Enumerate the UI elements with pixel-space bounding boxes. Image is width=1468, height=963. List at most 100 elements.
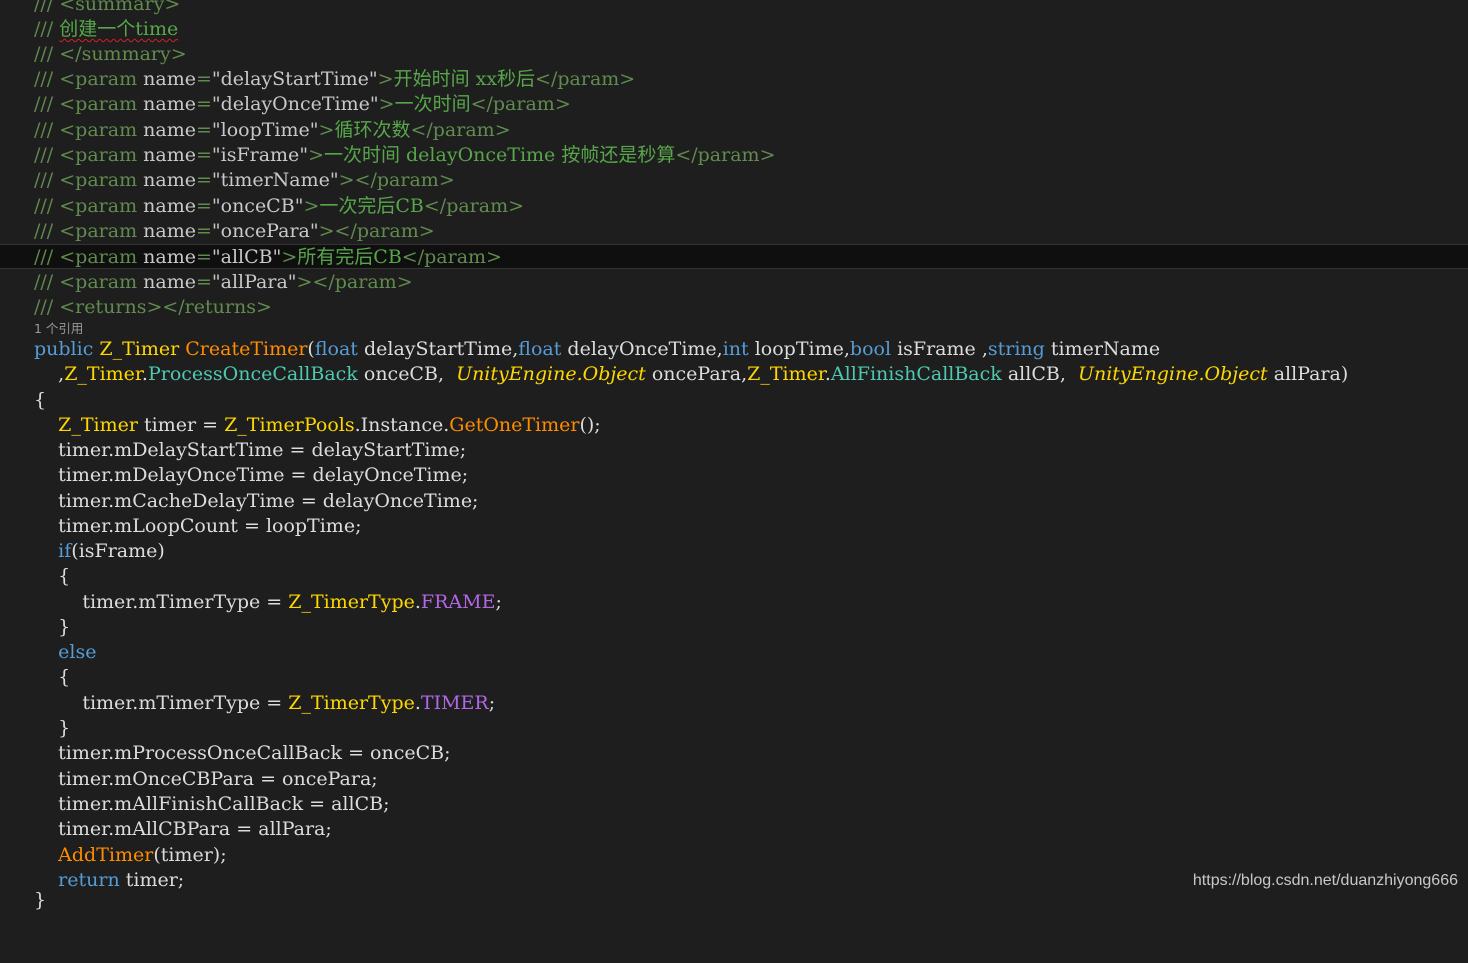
code-line[interactable]: { bbox=[0, 388, 1468, 413]
param-name: onceCB bbox=[220, 195, 295, 217]
type-name: Object bbox=[582, 363, 646, 385]
enum-member: TIMER bbox=[420, 692, 489, 714]
param-identifier: timerName bbox=[1050, 338, 1161, 360]
param-name: oncePara bbox=[220, 220, 310, 242]
code-line[interactable]: ,Z_Timer.ProcessOnceCallBack onceCB, Uni… bbox=[0, 362, 1468, 387]
codelens-references[interactable]: 1 个引用 bbox=[34, 320, 83, 338]
enum-member: FRAME bbox=[420, 591, 496, 613]
code-line[interactable]: AddTimer(timer); bbox=[0, 843, 1468, 868]
type-name: Object bbox=[1204, 363, 1268, 385]
type-name: Z_TimerPools bbox=[224, 414, 355, 436]
method-name: AddTimer bbox=[58, 844, 154, 866]
namespace-name: UnityEngine bbox=[1077, 363, 1199, 385]
code-line[interactable]: { bbox=[0, 564, 1468, 589]
code-line[interactable]: { bbox=[0, 665, 1468, 690]
code-line[interactable]: } bbox=[0, 615, 1468, 640]
code-line[interactable]: timer.mCacheDelayTime = delayOnceTime; bbox=[0, 489, 1468, 514]
statement: (timer); bbox=[153, 844, 227, 866]
statement: timer.mProcessOnceCallBack = onceCB; bbox=[58, 742, 451, 764]
code-line[interactable]: timer.mDelayOnceTime = delayOnceTime; bbox=[0, 463, 1468, 488]
statement: timer.mLoopCount = loopTime; bbox=[58, 515, 362, 537]
param-identifier: oncePara bbox=[651, 363, 742, 385]
param-identifier: allPara bbox=[1273, 363, 1341, 385]
method-name: GetOneTimer bbox=[449, 414, 580, 436]
code-line[interactable]: /// </summary> bbox=[0, 42, 1468, 67]
code-line[interactable]: Z_Timer timer = Z_TimerPools.Instance.Ge… bbox=[0, 413, 1468, 438]
code-line[interactable]: public Z_Timer CreateTimer(float delaySt… bbox=[0, 337, 1468, 362]
code-line[interactable]: /// <param name="oncePara"></param> bbox=[0, 219, 1468, 244]
property: Instance bbox=[360, 414, 444, 436]
keyword: string bbox=[987, 338, 1045, 360]
code-line[interactable]: timer.mDelayStartTime = delayStartTime; bbox=[0, 438, 1468, 463]
keyword: bool bbox=[849, 338, 892, 360]
keyword: else bbox=[58, 641, 97, 663]
current-line-highlight[interactable]: /// <param name="allCB">所有完后CB</param> bbox=[0, 244, 1468, 269]
watermark-url: https://blog.csdn.net/duanzhiyong666 bbox=[1192, 872, 1458, 889]
keyword: if bbox=[58, 540, 72, 562]
param-desc: 一次时间 bbox=[394, 93, 471, 115]
code-line[interactable]: /// <param name="delayStartTime">开始时间 xx… bbox=[0, 67, 1468, 92]
statement: timer.mDelayOnceTime = delayOnceTime; bbox=[58, 464, 469, 486]
code-line[interactable]: timer.mLoopCount = loopTime; bbox=[0, 514, 1468, 539]
doc-tag: <returns></returns> bbox=[59, 296, 272, 318]
type-name: Z_Timer bbox=[747, 363, 825, 385]
param-desc: 一次时间 delayOnceTime 按帧还是秒算 bbox=[323, 144, 676, 166]
code-line[interactable]: /// <param name="isFrame">一次时间 delayOnce… bbox=[0, 143, 1468, 168]
code-line[interactable]: } bbox=[0, 716, 1468, 741]
param-desc: 循环次数 bbox=[334, 119, 411, 141]
code-line[interactable]: timer.mAllCBPara = allPara; bbox=[0, 817, 1468, 842]
code-line[interactable]: timer.mTimerType = Z_TimerType.TIMER; bbox=[0, 691, 1468, 716]
doc-tag: <summary> bbox=[59, 0, 181, 15]
param-identifier: delayStartTime bbox=[363, 338, 513, 360]
code-line[interactable]: /// <param name="timerName"></param> bbox=[0, 168, 1468, 193]
type-name: Z_Timer bbox=[58, 414, 138, 436]
keyword: float bbox=[314, 338, 358, 360]
statement: } bbox=[34, 889, 47, 911]
param-name: loopTime bbox=[220, 119, 310, 141]
param-identifier: loopTime bbox=[754, 338, 844, 360]
doc-tag: </summary> bbox=[59, 43, 187, 65]
statement: timer.mOnceCBPara = oncePara; bbox=[58, 768, 378, 790]
code-line[interactable]: timer.mOnceCBPara = oncePara; bbox=[0, 767, 1468, 792]
code-line[interactable]: else bbox=[0, 640, 1468, 665]
code-line[interactable]: timer.mAllFinishCallBack = allCB; bbox=[0, 792, 1468, 817]
type-name: Z_TimerType bbox=[288, 591, 415, 613]
param-name: timerName bbox=[220, 169, 330, 191]
type-name: Z_TimerType bbox=[288, 692, 415, 714]
statement: timer.mDelayStartTime = delayStartTime; bbox=[58, 439, 467, 461]
param-identifier: isFrame bbox=[897, 338, 982, 360]
param-name: allPara bbox=[220, 271, 288, 293]
statement: timer.mCacheDelayTime = delayOnceTime; bbox=[58, 490, 479, 512]
param-name: delayStartTime bbox=[220, 68, 369, 90]
param-identifier: allCB bbox=[1007, 363, 1060, 385]
param-name: isFrame bbox=[220, 144, 300, 166]
keyword: public bbox=[34, 338, 94, 360]
type-name: Z_Timer bbox=[99, 338, 180, 360]
statement: timer.mAllCBPara = allPara; bbox=[58, 818, 332, 840]
code-line[interactable]: timer.mTimerType = Z_TimerType.FRAME; bbox=[0, 590, 1468, 615]
code-editor[interactable]: /// <summary> /// 创建一个time /// </summary… bbox=[0, 0, 1468, 911]
code-line[interactable]: if(isFrame) bbox=[0, 539, 1468, 564]
code-line[interactable]: /// <param name="onceCB">一次完后CB</param> bbox=[0, 194, 1468, 219]
code-line[interactable]: /// <param name="allPara"></param> bbox=[0, 270, 1468, 295]
delegate-name: ProcessOnceCallBack bbox=[147, 363, 358, 385]
statement: timer.mTimerType = bbox=[82, 692, 289, 714]
statement: timer.mAllFinishCallBack = allCB; bbox=[58, 793, 390, 815]
code-line[interactable]: /// 创建一个time bbox=[0, 17, 1468, 42]
param-desc: 所有完后CB bbox=[297, 246, 402, 268]
keyword: float bbox=[518, 338, 562, 360]
code-line[interactable]: /// <returns></returns> bbox=[0, 295, 1468, 320]
delegate-name: AllFinishCallBack bbox=[830, 363, 1002, 385]
param-desc: 一次完后CB bbox=[319, 195, 424, 217]
code-line[interactable]: timer.mProcessOnceCallBack = onceCB; bbox=[0, 741, 1468, 766]
code-line[interactable]: } bbox=[0, 888, 1468, 913]
variable: timer bbox=[144, 414, 197, 436]
code-line[interactable]: /// <param name="loopTime">循环次数</param> bbox=[0, 118, 1468, 143]
code-line[interactable]: /// <param name="delayOnceTime">一次时间</pa… bbox=[0, 92, 1468, 117]
method-name: CreateTimer bbox=[185, 338, 308, 360]
doc-summary-text: 创建一个time bbox=[59, 18, 179, 40]
keyword: int bbox=[722, 338, 749, 360]
param-identifier: onceCB bbox=[363, 363, 438, 385]
code-line[interactable]: /// <summary> bbox=[0, 0, 1468, 17]
type-name: Z_Timer bbox=[64, 363, 142, 385]
